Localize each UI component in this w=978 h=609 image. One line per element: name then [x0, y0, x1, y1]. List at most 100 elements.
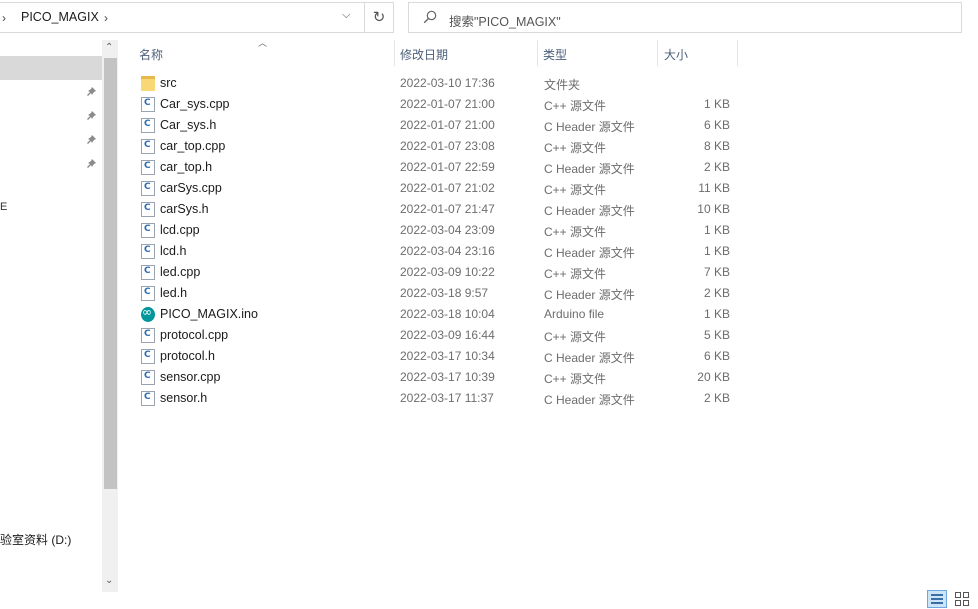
cpp-file-icon [141, 223, 155, 238]
chevron-down-icon[interactable]: ⌵ [342, 9, 350, 22]
scroll-up-icon[interactable]: ⌃ [105, 42, 113, 53]
folder-icon [141, 76, 155, 91]
header-file-icon [141, 160, 155, 175]
column-divider[interactable] [737, 40, 738, 66]
file-name[interactable]: sensor.cpp [160, 370, 220, 384]
nav-scrollbar[interactable]: ⌃ ⌄ [102, 40, 118, 592]
file-size: 1 KB [703, 244, 730, 258]
scroll-thumb[interactable] [104, 58, 117, 489]
file-date: 2022-03-17 10:39 [400, 370, 495, 384]
refresh-button[interactable]: ↻ [365, 2, 394, 33]
search-icon [423, 10, 437, 24]
file-name[interactable]: lcd.h [160, 244, 186, 258]
file-date: 2022-01-07 21:00 [400, 97, 495, 111]
large-icons-view-button[interactable] [952, 590, 972, 608]
file-date: 2022-03-04 23:16 [400, 244, 495, 258]
file-size: 11 KB [698, 181, 730, 195]
file-row[interactable]: src 2022-03-10 17:36 文件夹 [130, 73, 750, 94]
file-type: C Header 源文件 [544, 246, 635, 260]
file-date: 2022-03-17 11:37 [400, 391, 494, 405]
cpp-file-icon [141, 97, 155, 112]
file-type: C Header 源文件 [544, 351, 635, 365]
column-name[interactable]: 名称 [139, 46, 163, 63]
file-name[interactable]: lcd.cpp [160, 223, 200, 237]
nav-item-drive-d[interactable]: 验室资料 (D:) [0, 531, 71, 548]
column-divider[interactable] [537, 40, 538, 66]
search-box[interactable]: 搜索"PICO_MAGIX" [408, 2, 962, 33]
file-date: 2022-03-04 23:09 [400, 223, 495, 237]
file-date: 2022-01-07 23:08 [400, 139, 495, 153]
arduino-file-icon [141, 305, 155, 322]
file-size: 2 KB [703, 391, 730, 405]
navigation-pane[interactable]: E 验室资料 (D:) ⌃ ⌄ [0, 40, 118, 592]
pin-icon [86, 158, 98, 170]
file-row[interactable]: Car_sys.h 2022-01-07 21:00 C Header 源文件 … [130, 115, 750, 136]
file-type: C++ 源文件 [544, 141, 607, 155]
file-name[interactable]: sensor.h [160, 391, 207, 405]
scroll-down-icon[interactable]: ⌄ [105, 575, 113, 586]
file-size: 20 KB [697, 370, 730, 384]
file-name[interactable]: carSys.cpp [160, 181, 222, 195]
file-name[interactable]: led.cpp [160, 265, 200, 279]
file-name[interactable]: car_top.cpp [160, 139, 225, 153]
breadcrumb-pico-magix[interactable]: PICO_MAGIX [21, 10, 99, 24]
search-placeholder[interactable]: 搜索"PICO_MAGIX" [449, 11, 561, 30]
file-row[interactable]: sensor.h 2022-03-17 11:37 C Header 源文件 2… [130, 388, 750, 409]
file-date: 2022-03-17 10:34 [400, 349, 495, 363]
file-row[interactable]: lcd.cpp 2022-03-04 23:09 C++ 源文件 1 KB [130, 220, 750, 241]
header-file-icon [141, 118, 155, 133]
nav-item-fragment[interactable]: E [0, 201, 7, 213]
file-row[interactable]: carSys.cpp 2022-01-07 21:02 C++ 源文件 11 K… [130, 178, 750, 199]
file-name[interactable]: src [160, 76, 177, 90]
file-name[interactable]: protocol.h [160, 349, 215, 363]
file-size: 6 KB [703, 118, 730, 132]
details-view-button[interactable] [927, 590, 947, 608]
file-row[interactable]: Car_sys.cpp 2022-01-07 21:00 C++ 源文件 1 K… [130, 94, 750, 115]
file-row[interactable]: sensor.cpp 2022-03-17 10:39 C++ 源文件 20 K… [130, 367, 750, 388]
file-name[interactable]: Car_sys.h [160, 118, 216, 132]
file-type: C++ 源文件 [544, 330, 607, 344]
file-size: 1 KB [703, 223, 730, 237]
file-row[interactable]: car_top.h 2022-01-07 22:59 C Header 源文件 … [130, 157, 750, 178]
address-bar[interactable]: › PICO_MAGIX › ⌵ [0, 2, 365, 33]
file-row[interactable]: PICO_MAGIX.ino 2022-03-18 10:04 Arduino … [130, 304, 750, 325]
file-type: C++ 源文件 [544, 372, 607, 386]
file-name[interactable]: car_top.h [160, 160, 212, 174]
header-file-icon [141, 244, 155, 259]
column-type[interactable]: 类型 [543, 46, 567, 63]
column-divider[interactable] [657, 40, 658, 66]
sort-ascending-icon: ︿ [258, 38, 268, 48]
file-name[interactable]: Car_sys.cpp [160, 97, 229, 111]
file-type: C Header 源文件 [544, 204, 635, 218]
file-row[interactable]: protocol.cpp 2022-03-09 16:44 C++ 源文件 5 … [130, 325, 750, 346]
column-header: ︿ 名称 修改日期 类型 大小 [130, 38, 740, 66]
chevron-right-icon[interactable]: › [104, 11, 108, 25]
file-size: 10 KB [697, 202, 730, 216]
chevron-right-icon[interactable]: › [2, 11, 6, 25]
file-name[interactable]: PICO_MAGIX.ino [160, 307, 258, 321]
file-row[interactable]: lcd.h 2022-03-04 23:16 C Header 源文件 1 KB [130, 241, 750, 262]
file-size: 2 KB [703, 286, 730, 300]
file-row[interactable]: led.h 2022-03-18 9:57 C Header 源文件 2 KB [130, 283, 750, 304]
pin-icon [86, 110, 98, 122]
column-divider[interactable] [394, 40, 395, 66]
file-type: C Header 源文件 [544, 120, 635, 134]
file-type: C Header 源文件 [544, 288, 635, 302]
column-size[interactable]: 大小 [664, 46, 688, 63]
nav-selected-item[interactable] [0, 56, 102, 80]
file-row[interactable]: led.cpp 2022-03-09 10:22 C++ 源文件 7 KB [130, 262, 750, 283]
file-name[interactable]: led.h [160, 286, 187, 300]
file-name[interactable]: carSys.h [160, 202, 209, 216]
file-row[interactable]: protocol.h 2022-03-17 10:34 C Header 源文件… [130, 346, 750, 367]
file-row[interactable]: carSys.h 2022-01-07 21:47 C Header 源文件 1… [130, 199, 750, 220]
file-row[interactable]: car_top.cpp 2022-01-07 23:08 C++ 源文件 8 K… [130, 136, 750, 157]
file-date: 2022-01-07 22:59 [400, 160, 495, 174]
column-modified[interactable]: 修改日期 [400, 46, 448, 63]
file-name[interactable]: protocol.cpp [160, 328, 228, 342]
file-type: C Header 源文件 [544, 162, 635, 176]
pin-icon [86, 134, 98, 146]
file-date: 2022-01-07 21:47 [400, 202, 495, 216]
header-file-icon [141, 391, 155, 406]
header-file-icon [141, 286, 155, 301]
cpp-file-icon [141, 370, 155, 385]
